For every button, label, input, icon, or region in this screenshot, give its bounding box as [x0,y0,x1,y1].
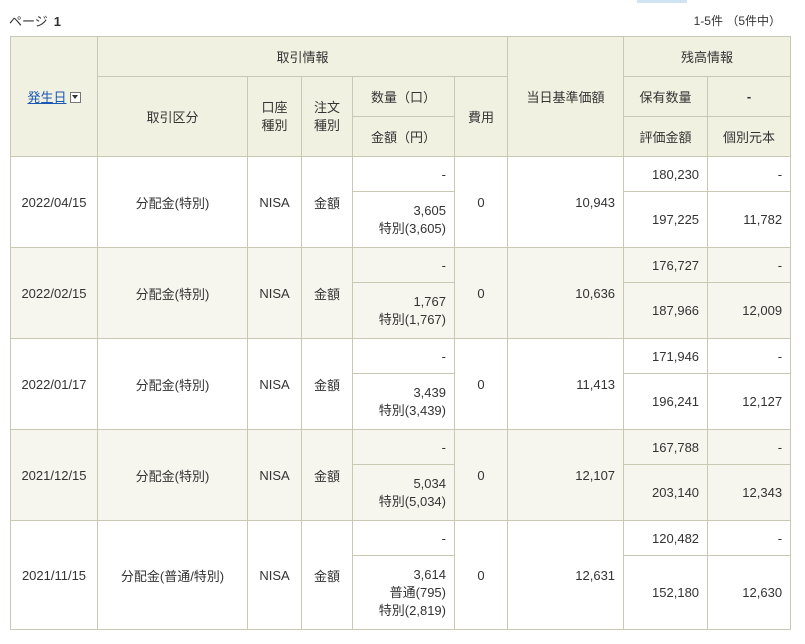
holding-qty-header: 保有数量 [623,76,709,117]
account-type-header: 口座 種別 [247,76,302,157]
fee-header: 費用 [453,76,509,157]
date-cell: 2021/12/15 [10,429,98,521]
quantity-cell: - [352,338,455,374]
amount-cell: 3,605 特別(3,605) [352,191,455,248]
trade-type-cell: 分配金(特別) [97,338,248,430]
table-row: 2021/12/15 分配金(特別) NISA 金額 - 0 12,107 16… [10,429,792,521]
amount-cell: 3,439 特別(3,439) [352,373,455,430]
account-type-cell: NISA [247,156,302,248]
holding-qty-cell: 180,230 [623,156,709,192]
holding-qty-cell: 120,482 [623,520,709,556]
principal-cell: 12,127 [707,373,792,430]
valuation-cell: 203,140 [623,464,709,521]
order-type-cell: 金額 [301,520,353,630]
table-row: 2021/11/15 分配金(普通/特別) NISA 金額 - 0 12,631… [10,520,792,630]
trade-type-cell: 分配金(普通/特別) [97,520,248,630]
date-cell: 2021/11/15 [10,520,98,630]
table-row: 2022/01/17 分配金(特別) NISA 金額 - 0 11,413 17… [10,338,792,430]
date-cell: 2022/01/17 [10,338,98,430]
order-type-cell: 金額 [301,156,353,248]
nav-cell: 10,943 [507,156,625,248]
table-row: 2022/02/15 分配金(特別) NISA 金額 - 0 10,636 17… [10,247,792,339]
page-indicator: ページ 1 [9,11,61,30]
sort-dropdown-icon[interactable] [69,92,81,103]
page-number: 1 [53,14,61,29]
order-type-header: 注文 種別 [301,76,353,157]
dash-cell: - [707,520,792,556]
date-cell: 2022/04/15 [10,156,98,248]
table-row: 2022/04/15 分配金(特別) NISA 金額 - 0 10,943 18… [10,156,792,248]
date-cell: 2022/02/15 [10,247,98,339]
page-label: ページ [9,14,48,29]
principal-cell: 12,009 [707,282,792,339]
holding-qty-cell: 167,788 [623,429,709,465]
nav-cell: 12,631 [507,520,625,630]
trade-type-header: 取引区分 [97,76,248,157]
amount-header: 金額（円） [352,116,455,157]
fee-cell: 0 [453,247,509,339]
transaction-history-table: 発生日 取引情報 当日基準価額 残高情報 取引区分 口座 種別 注文 種別 数量… [10,36,792,630]
account-type-cell: NISA [247,338,302,430]
order-type-cell: 金額 [301,429,353,521]
nav-cell: 11,413 [507,338,625,430]
quantity-header: 数量（口） [352,76,455,117]
dash-cell: - [707,429,792,465]
nav-cell: 12,107 [507,429,625,521]
nav-header: 当日基準価額 [507,36,625,157]
amount-cell: 3,614 普通(795) 特別(2,819) [352,555,455,630]
trade-info-header: 取引情報 [96,36,509,77]
date-column-header[interactable]: 発生日 [10,36,98,157]
principal-cell: 12,630 [707,555,792,630]
quantity-cell: - [352,520,455,556]
account-type-cell: NISA [247,520,302,630]
individual-principal-header: 個別元本 [707,116,792,157]
dash-header: - [707,76,792,117]
principal-cell: 11,782 [707,191,792,248]
pager-bar: ページ 1 1-5件 （5件中） [0,0,805,36]
amount-cell: 5,034 特別(5,034) [352,464,455,521]
result-count: 1-5件 （5件中） [693,14,781,28]
holding-qty-cell: 171,946 [623,338,709,374]
dash-cell: - [707,247,792,283]
valuation-cell: 197,225 [623,191,709,248]
account-type-cell: NISA [247,247,302,339]
trade-type-cell: 分配金(特別) [97,247,248,339]
trade-type-cell: 分配金(特別) [97,156,248,248]
balance-info-header: 残高情報 [623,36,792,77]
fee-cell: 0 [453,338,509,430]
sort-by-date-link[interactable]: 発生日 [27,90,66,105]
quantity-cell: - [352,156,455,192]
top-accent-bar [637,0,687,3]
nav-cell: 10,636 [507,247,625,339]
holding-qty-cell: 176,727 [623,247,709,283]
quantity-cell: - [352,429,455,465]
dash-cell: - [707,338,792,374]
amount-cell: 1,767 特別(1,767) [352,282,455,339]
fee-cell: 0 [453,156,509,248]
dash-cell: - [707,156,792,192]
fee-cell: 0 [453,520,509,630]
valuation-cell: 187,966 [623,282,709,339]
account-type-cell: NISA [247,429,302,521]
order-type-cell: 金額 [301,247,353,339]
principal-cell: 12,343 [707,464,792,521]
trade-type-cell: 分配金(特別) [97,429,248,521]
quantity-cell: - [352,247,455,283]
order-type-cell: 金額 [301,338,353,430]
fee-cell: 0 [453,429,509,521]
valuation-header: 評価金額 [623,116,709,157]
valuation-cell: 196,241 [623,373,709,430]
valuation-cell: 152,180 [623,555,709,630]
